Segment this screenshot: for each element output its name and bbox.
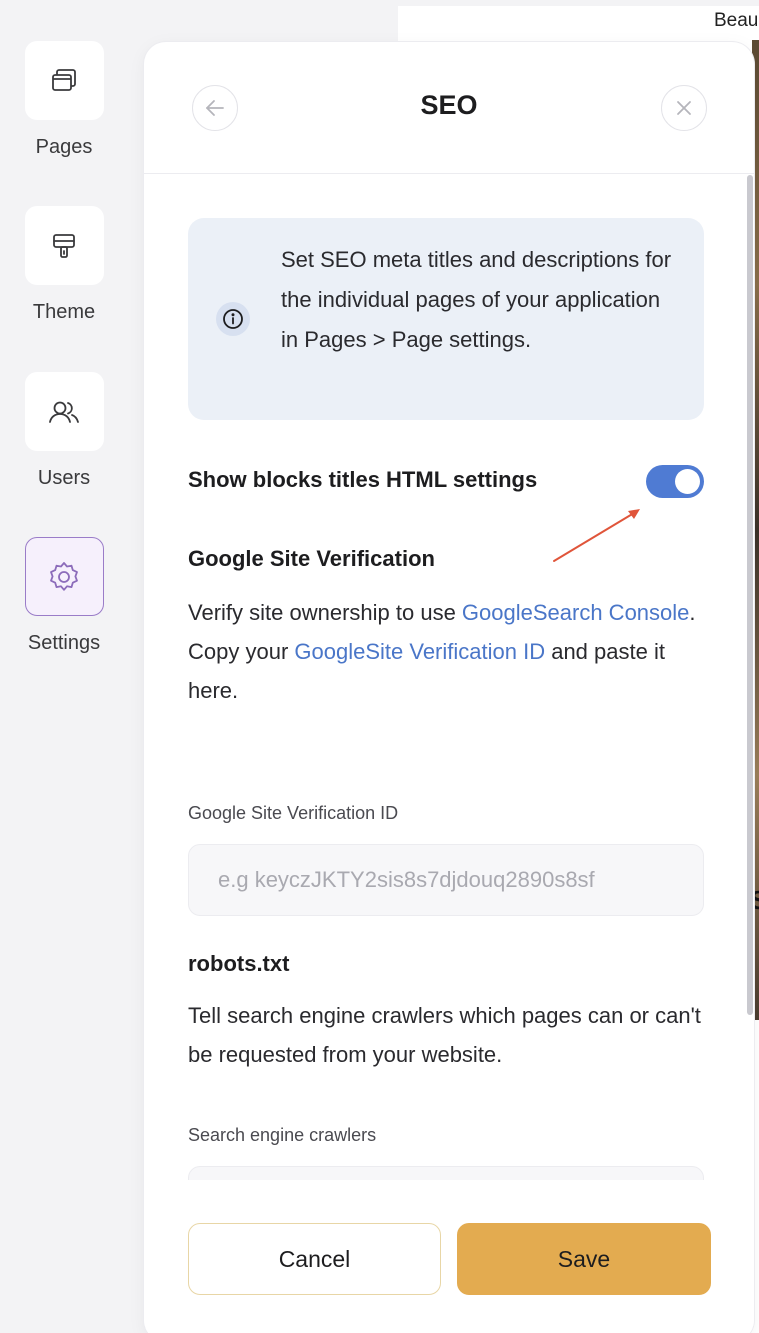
show-block-titles-toggle[interactable] (646, 465, 704, 498)
google-site-verification-link[interactable]: GoogleSite Verification ID (294, 639, 545, 664)
crawlers-textarea[interactable]: User-agent: * (188, 1166, 704, 1180)
sidebar-item-pages[interactable]: Pages (0, 41, 128, 159)
sidebar-item-users[interactable]: Users (0, 372, 128, 490)
robots-title: robots.txt (188, 951, 290, 976)
background-topbar (398, 0, 759, 6)
verification-description: Verify site ownership to use GoogleSearc… (188, 593, 708, 710)
background-page-text: Beau (714, 10, 759, 31)
scrollbar-thumb[interactable] (747, 175, 753, 1015)
cancel-button[interactable]: Cancel (188, 1223, 441, 1295)
sidebar-item-tile[interactable] (24, 41, 104, 120)
info-callout: Set SEO meta titles and descriptions for… (188, 218, 704, 420)
gear-icon (50, 561, 78, 591)
sidebar: Pages Theme Users Settings (0, 0, 128, 1333)
google-search-console-link[interactable]: GoogleSearch Console (462, 600, 689, 625)
sidebar-item-label: Theme (32, 301, 96, 323)
robots-description: Tell search engine crawlers which pages … (188, 1003, 701, 1067)
info-text: Set SEO meta titles and descriptions for… (281, 247, 672, 352)
panel-body: Set SEO meta titles and descriptions for… (144, 175, 754, 1180)
verification-id-label: Google Site Verification ID (188, 803, 399, 823)
panel-footer: Cancel Save (144, 1180, 754, 1333)
verification-text-1: Verify site ownership to use (188, 600, 462, 625)
sidebar-item-label: Pages (35, 136, 93, 158)
pages-icon (52, 68, 76, 91)
save-button[interactable]: Save (457, 1223, 711, 1295)
close-button[interactable] (661, 85, 707, 131)
crawlers-label: Search engine crawlers (188, 1125, 377, 1145)
sidebar-item-label: Users (37, 467, 91, 489)
sidebar-item-settings[interactable]: Settings (0, 537, 128, 655)
sidebar-item-tile[interactable] (24, 372, 104, 451)
sidebar-item-label: Settings (27, 632, 101, 654)
toggle-label: Show blocks titles HTML settings (188, 467, 538, 492)
users-icon (49, 401, 79, 423)
panel-header: SEO (144, 42, 754, 174)
close-icon (677, 101, 691, 115)
verification-title: Google Site Verification (188, 546, 435, 571)
verification-id-input[interactable] (188, 844, 704, 916)
annotation-arrow (553, 509, 640, 562)
toggle-knob (675, 469, 700, 494)
info-icon (216, 302, 250, 336)
sidebar-item-tile[interactable] (24, 206, 104, 285)
paint-roller-icon (53, 233, 75, 258)
sidebar-item-tile[interactable] (24, 537, 104, 616)
seo-panel: SEO Set SEO meta titles and descriptions… (144, 42, 754, 1333)
scrollbar[interactable] (746, 175, 754, 1180)
sidebar-item-theme[interactable]: Theme (0, 206, 128, 324)
